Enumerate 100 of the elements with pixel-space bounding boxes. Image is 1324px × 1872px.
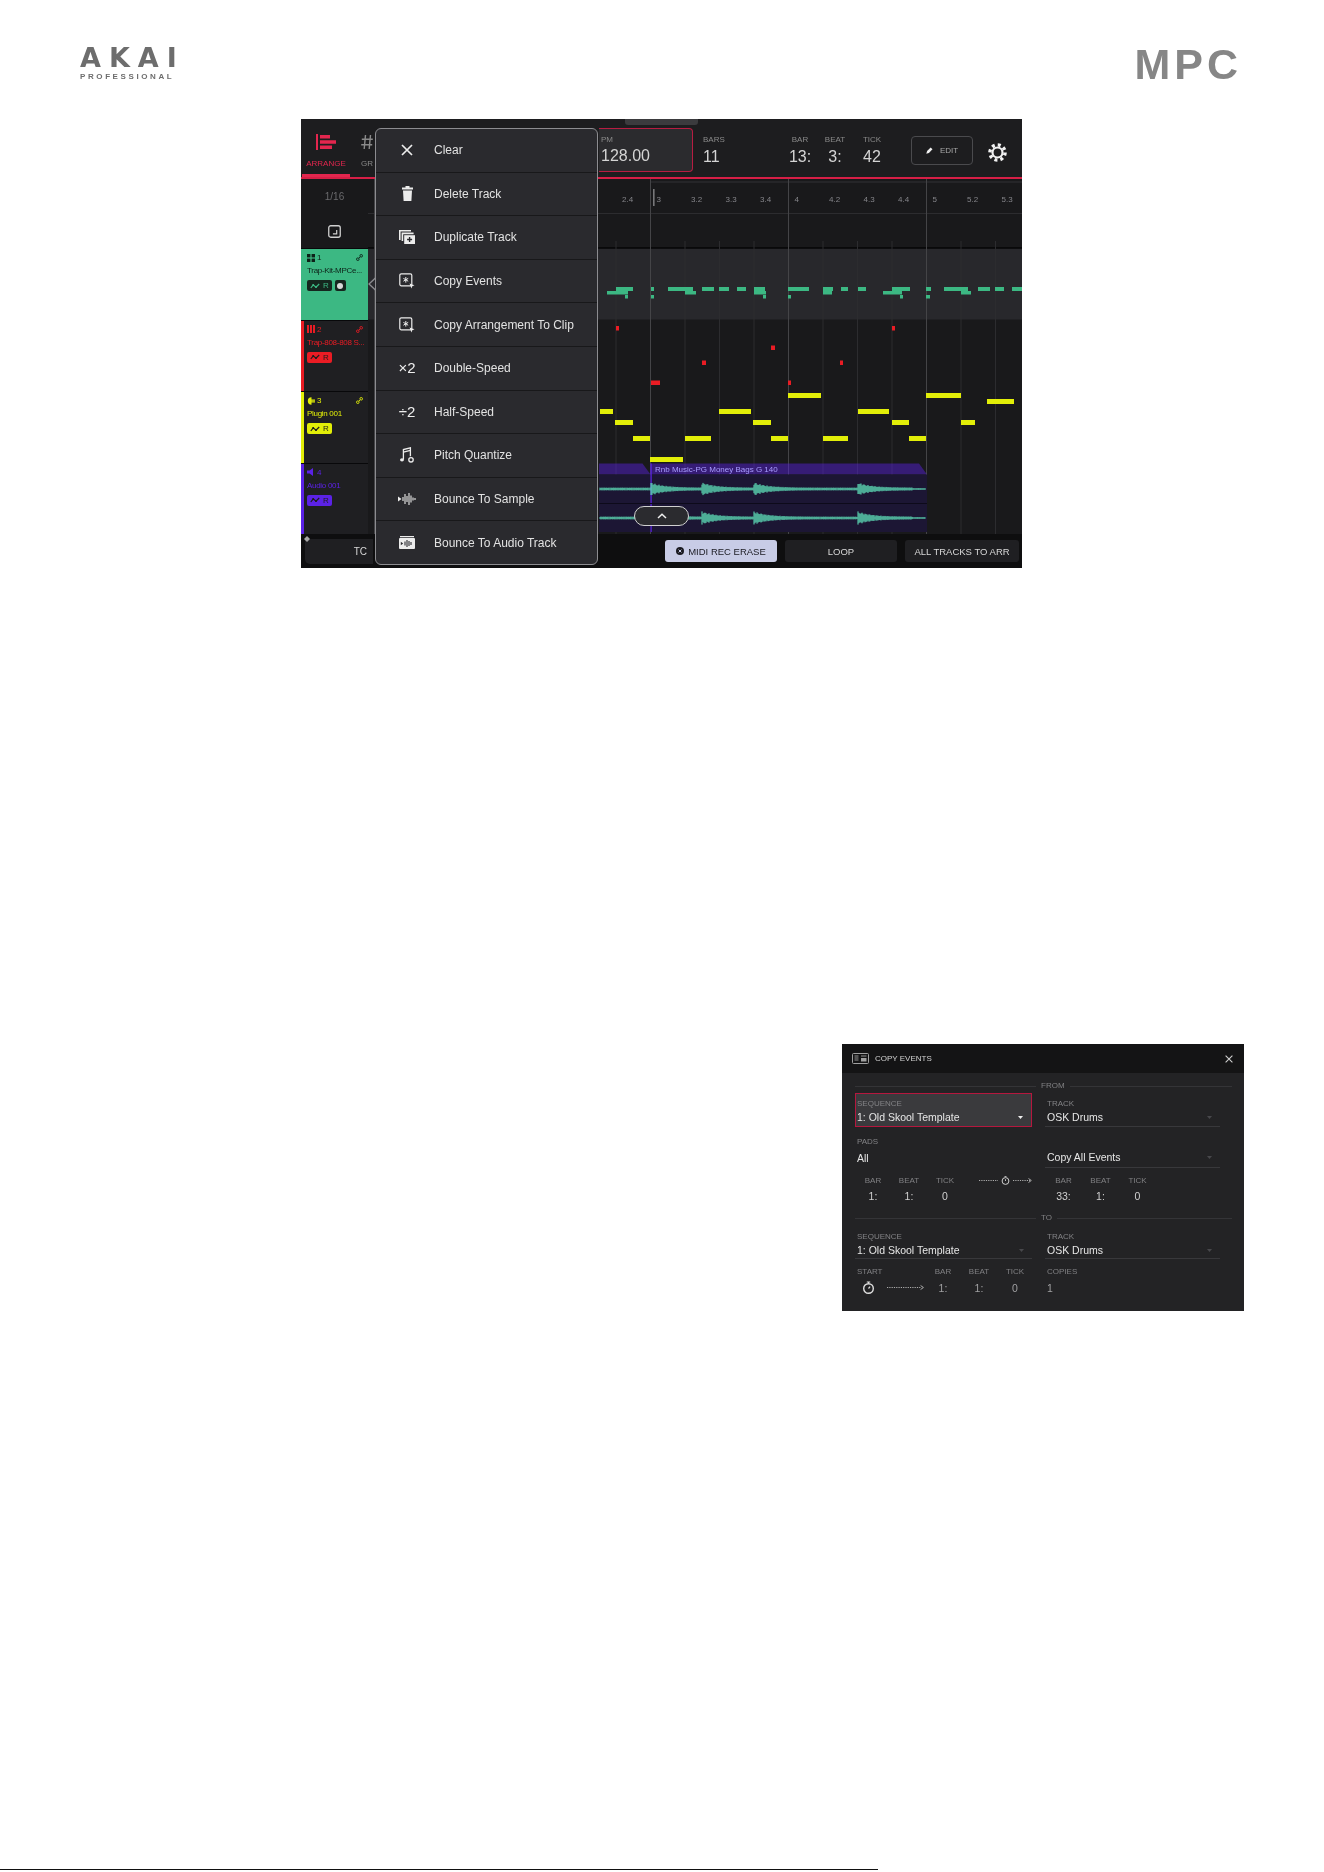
automation-button[interactable]: R [307,423,332,434]
track-name: Plugin 001 [307,409,342,418]
ruler-label: 3.4 [760,194,772,204]
ruler-label: 5.2 [967,194,979,204]
midi-note [858,409,889,414]
position-value[interactable]: 1: [868,1189,878,1203]
collapse-button[interactable] [634,506,689,526]
menu-item[interactable]: Copy Events [376,258,597,303]
position-label: BEAT [1090,1176,1111,1185]
midi-note [926,393,961,398]
start-label: START [857,1267,883,1276]
position-value[interactable]: 1: [904,1189,914,1203]
sequence-dropdown[interactable]: SEQUENCE 1: Old Skool Template [855,1093,1032,1127]
midi-note [892,326,895,331]
menu-item[interactable]: Bounce To Sample [376,476,597,521]
track-number: 2 [317,324,322,334]
link-icon[interactable] [356,397,363,404]
mode-tab[interactable]: ARRANGE [302,119,350,177]
position-value[interactable]: 0 [942,1189,948,1203]
section-label: TO [1041,1214,1052,1222]
menu-item[interactable]: ÷2 Half-Speed [376,389,597,434]
drag-handle[interactable] [625,119,698,125]
midi-note [719,409,751,414]
hash-icon [361,134,373,150]
speaker-icon [307,468,315,476]
position-value[interactable]: 1: [938,1281,948,1295]
horizontal-bars-icon [316,134,336,150]
track-header[interactable]: 3 Plugin 001 R [301,391,368,463]
track-header[interactable]: 1 Trap-Kit-MPCe... R [301,248,368,320]
settings-icon[interactable] [988,143,1007,162]
position-value[interactable]: 0 [1134,1189,1141,1203]
menu-item[interactable]: Bounce To Audio Track [376,520,597,564]
pencil-icon [925,147,933,154]
node-curve-icon [310,425,320,432]
toolbar-button[interactable]: ALL TRACKS TO ARR [905,540,1019,562]
midi-note [788,295,791,299]
position-value[interactable]: 0 [1012,1281,1018,1295]
menu-item[interactable]: Delete Track [376,171,597,216]
arrow-waveform-icon [398,493,416,506]
event-range-dropdown[interactable]: Copy All Events [1045,1134,1220,1168]
position-label: BAR [934,1267,952,1276]
position-value: 13: [788,148,812,166]
midi-note [892,420,909,425]
position-label: TICK [862,135,882,144]
toolbar-button[interactable]: LOOP [785,540,897,562]
midi-note [650,457,683,462]
position-value[interactable]: 1: [1096,1189,1105,1203]
ruler-label: 2.4 [622,194,634,204]
menu-item[interactable]: Duplicate Track [376,215,597,259]
bars-label: BARS [703,135,725,144]
node-curve-icon [310,354,320,360]
position-label: BEAT [968,1267,990,1276]
speed-symbol: ÷2 [398,403,416,420]
menu-item[interactable]: Clear [376,129,597,172]
mode-tab[interactable]: GR [356,119,375,177]
stopwatch-icon[interactable] [862,1281,875,1294]
track-dropdown[interactable]: TRACK OSK Drums [1045,1093,1220,1127]
track-dropdown[interactable]: TRACK OSK Drums [1045,1227,1220,1259]
midi-note [685,436,711,441]
position-label: TICK [1005,1267,1025,1276]
midi-note [987,399,1014,404]
close-circle-icon [676,547,685,555]
toggle-button[interactable] [334,280,346,291]
position-label: BEAT [824,135,846,144]
dotted-arrow-timer-icon [979,1176,1032,1185]
close-icon[interactable] [1225,1054,1233,1063]
sequence-dropdown[interactable]: SEQUENCE 1: Old Skool Template [855,1227,1032,1259]
tempo-field[interactable]: PM 128.00 [599,128,693,172]
midi-note [616,326,619,331]
speed-symbol: ×2 [398,360,416,377]
menu-item[interactable]: Pitch Quantize [376,433,597,477]
track-header[interactable]: 2 Trap-808-808 S... R [301,319,368,391]
automation-button[interactable]: R [307,280,332,291]
automation-button[interactable]: R [307,351,332,363]
midi-note [633,436,650,441]
pads-field[interactable]: PADS All [855,1134,1032,1168]
track-number: 4 [317,467,322,477]
position-value[interactable]: 33: [1056,1189,1071,1203]
playhead-marker-icon[interactable] [653,189,655,206]
product-logo: MPC [1134,48,1242,80]
brand-logo-subtitle: PROFESSIONAL [80,72,175,81]
edit-button[interactable]: EDIT [911,136,973,165]
track-number: 3 [317,396,322,405]
caret-icon [1207,1155,1212,1159]
toolbar-button[interactable]: MIDI REC ERASE [665,540,777,562]
position-value: 42 [863,148,881,166]
link-icon[interactable] [356,254,363,261]
copies-value[interactable]: 1 [1047,1281,1053,1295]
position-value[interactable]: 1: [974,1281,984,1295]
menu-item[interactable]: Copy Arrangement To Clip [376,302,597,346]
caret-icon [1018,1115,1023,1119]
midi-note [840,360,843,365]
resize-icon[interactable] [328,224,341,238]
toolbar-button[interactable]: TC [305,539,373,564]
stacked-pages-plus-icon [399,230,415,245]
plug-icon [307,396,315,405]
ruler-label: 4.2 [829,194,841,204]
menu-item[interactable]: ×2 Double-Speed [376,345,597,390]
ruler-label: 5.3 [1001,194,1013,204]
midi-note [702,287,714,291]
